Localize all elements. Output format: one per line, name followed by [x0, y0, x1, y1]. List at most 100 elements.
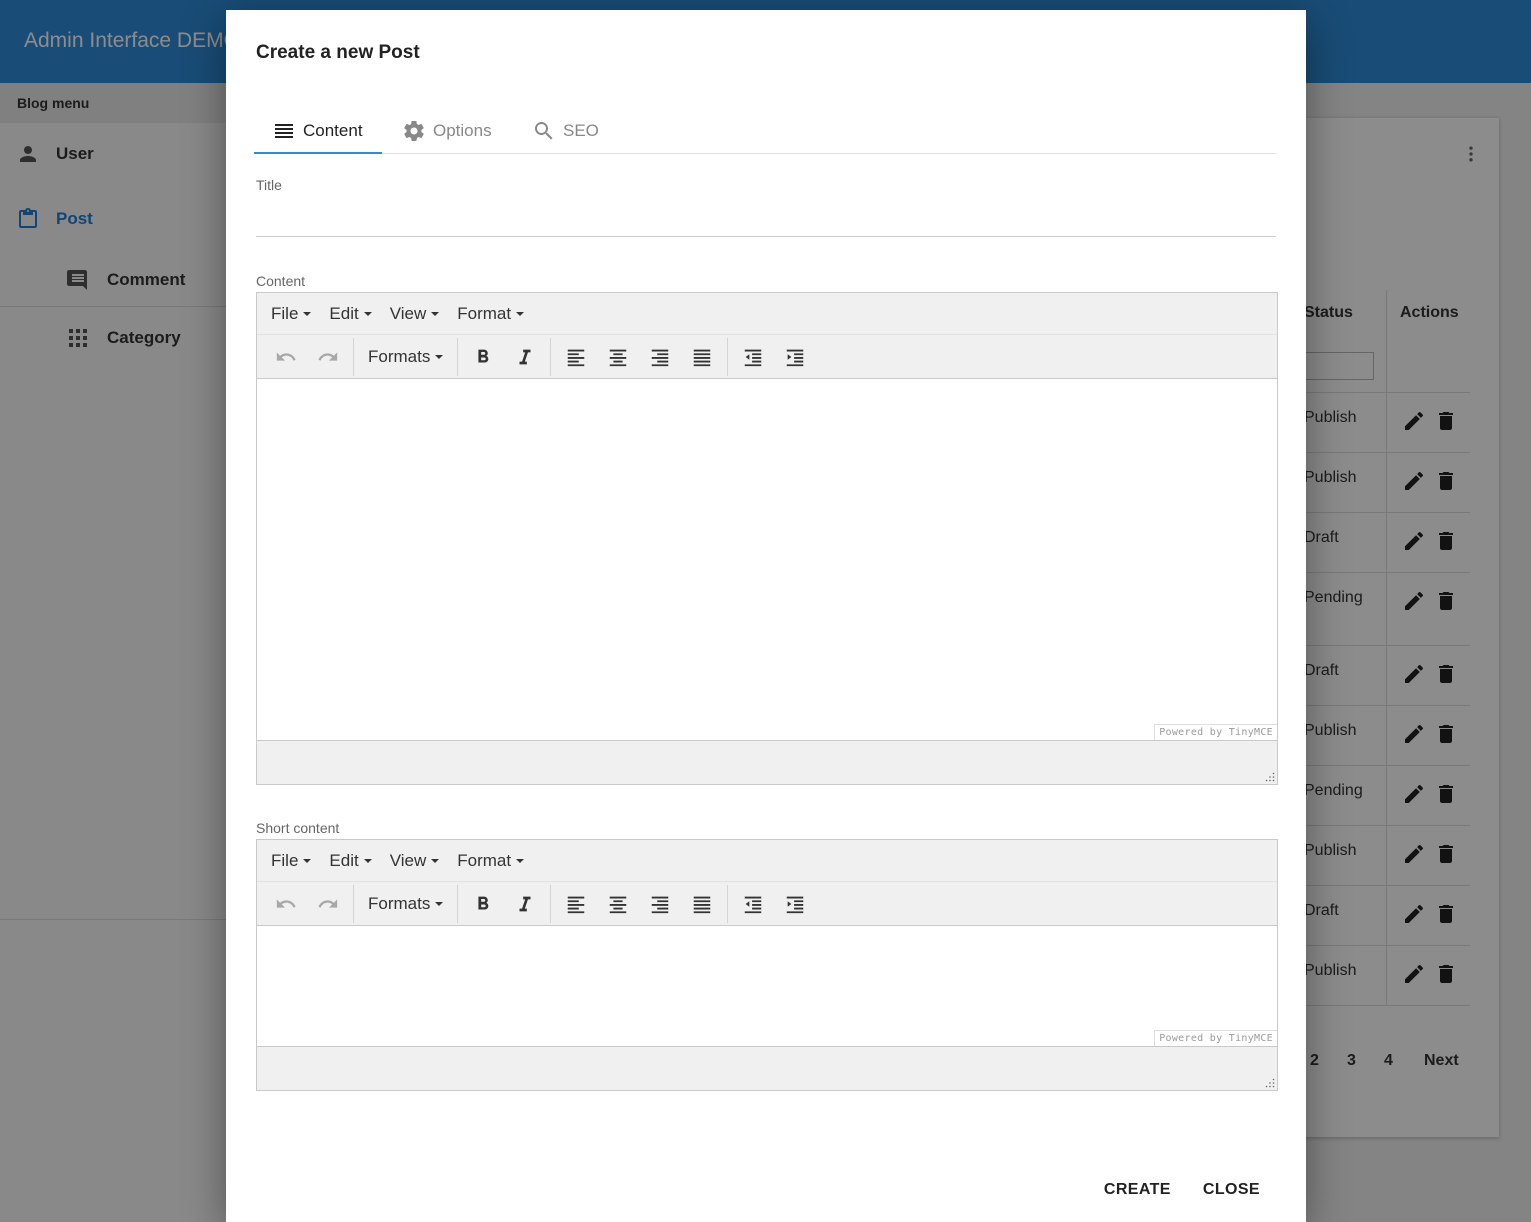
create-post-dialog: Create a new Post Content Options SEO Ti…: [226, 10, 1306, 1222]
align-right-icon: [652, 896, 669, 913]
tab-content[interactable]: Content: [272, 108, 363, 154]
caret-down-icon: [431, 858, 440, 863]
align-center-button[interactable]: [600, 887, 636, 921]
menu-format[interactable]: Format: [448, 845, 533, 877]
short-content-editor: File Edit View Format Formats Powered by…: [256, 839, 1278, 1091]
dialog-actions: CREATE CLOSE: [1088, 1174, 1276, 1206]
align-left-icon: [568, 349, 585, 366]
menu-file[interactable]: File: [262, 298, 320, 330]
resize-handle-icon[interactable]: [1265, 772, 1275, 782]
list-icon: [275, 124, 293, 138]
redo-icon: [318, 351, 338, 361]
align-center-icon: [610, 349, 627, 366]
dialog-title: Create a new Post: [256, 42, 420, 63]
caret-down-icon: [303, 311, 312, 316]
outdent-button[interactable]: [735, 887, 771, 921]
menu-view[interactable]: View: [381, 298, 449, 330]
short-content-edit-area[interactable]: Powered by TinyMCE: [257, 926, 1277, 1046]
content-editor: File Edit View Format Formats Powered by…: [256, 292, 1278, 785]
redo-button[interactable]: [310, 887, 346, 921]
resize-handle-icon[interactable]: [1265, 1078, 1275, 1088]
tab-bar: Content Options SEO: [254, 108, 1276, 154]
editor-toolbar: Formats: [257, 335, 1277, 379]
history-group: [261, 337, 354, 376]
caret-down-icon: [363, 311, 372, 316]
indent-button[interactable]: [777, 340, 813, 374]
align-right-icon: [652, 349, 669, 366]
align-center-button[interactable]: [600, 340, 636, 374]
title-label: Title: [256, 177, 282, 193]
align-center-icon: [610, 896, 627, 913]
tab-label: Content: [303, 121, 363, 140]
indent-icon: [787, 349, 804, 366]
undo-button[interactable]: [268, 887, 304, 921]
undo-icon: [276, 351, 296, 361]
undo-icon: [276, 898, 296, 908]
caret-down-icon: [303, 858, 312, 863]
powered-by-link[interactable]: Powered by TinyMCE: [1154, 724, 1277, 740]
menu-label: View: [389, 303, 427, 323]
history-group: [261, 884, 354, 923]
menu-label: Edit: [329, 303, 359, 323]
caret-down-icon: [516, 858, 525, 863]
caret-down-icon: [435, 901, 444, 906]
menu-format[interactable]: Format: [448, 298, 533, 330]
italic-button[interactable]: [507, 340, 543, 374]
menu-label: Format: [457, 303, 512, 323]
title-input[interactable]: [256, 207, 1276, 237]
caret-down-icon: [435, 354, 444, 359]
caret-down-icon: [431, 311, 440, 316]
align-group: [551, 884, 729, 923]
redo-icon: [318, 898, 338, 908]
align-justify-button[interactable]: [684, 340, 720, 374]
menu-view[interactable]: View: [381, 845, 449, 877]
style-group: [458, 337, 552, 376]
indent-button[interactable]: [777, 887, 813, 921]
content-label: Content: [256, 273, 306, 289]
tab-label: Options: [433, 121, 492, 140]
caret-down-icon: [363, 858, 372, 863]
editor-toolbar: Formats: [257, 882, 1277, 926]
editor-menubar: File Edit View Format: [257, 840, 1277, 882]
tab-seo[interactable]: SEO: [532, 108, 599, 154]
editor-statusbar: [257, 740, 1277, 784]
align-left-icon: [568, 896, 585, 913]
menu-label: File: [271, 850, 299, 870]
gear-icon: [404, 121, 424, 142]
style-group: [458, 884, 552, 923]
menu-file[interactable]: File: [262, 845, 320, 877]
italic-button[interactable]: [507, 887, 543, 921]
italic-icon: [519, 349, 531, 364]
bold-icon: [478, 349, 489, 362]
menu-edit[interactable]: Edit: [320, 298, 380, 330]
search-icon: [535, 122, 553, 140]
redo-button[interactable]: [310, 340, 346, 374]
formats-label: Formats: [368, 893, 431, 913]
align-right-button[interactable]: [642, 340, 678, 374]
active-tab-indicator: [254, 152, 382, 154]
align-right-button[interactable]: [642, 887, 678, 921]
content-edit-area[interactable]: Powered by TinyMCE: [257, 379, 1277, 740]
outdent-icon: [745, 896, 762, 913]
bold-button[interactable]: [465, 340, 501, 374]
menu-edit[interactable]: Edit: [320, 845, 380, 877]
italic-icon: [519, 896, 531, 911]
menu-label: Edit: [329, 850, 359, 870]
formats-dropdown[interactable]: Formats: [358, 887, 453, 921]
outdent-button[interactable]: [735, 340, 771, 374]
align-left-button[interactable]: [558, 340, 594, 374]
indent-group: [728, 885, 820, 923]
formats-dropdown[interactable]: Formats: [358, 340, 453, 374]
align-justify-button[interactable]: [684, 887, 720, 921]
tab-options[interactable]: Options: [402, 108, 492, 154]
create-button[interactable]: CREATE: [1088, 1174, 1187, 1206]
tab-label: SEO: [563, 121, 599, 140]
close-button[interactable]: CLOSE: [1187, 1174, 1276, 1206]
short-content-label: Short content: [256, 820, 340, 836]
bold-button[interactable]: [465, 887, 501, 921]
editor-menubar: File Edit View Format: [257, 293, 1277, 335]
powered-by-link[interactable]: Powered by TinyMCE: [1154, 1030, 1277, 1046]
undo-button[interactable]: [268, 340, 304, 374]
align-left-button[interactable]: [558, 887, 594, 921]
editor-statusbar: [257, 1046, 1277, 1090]
